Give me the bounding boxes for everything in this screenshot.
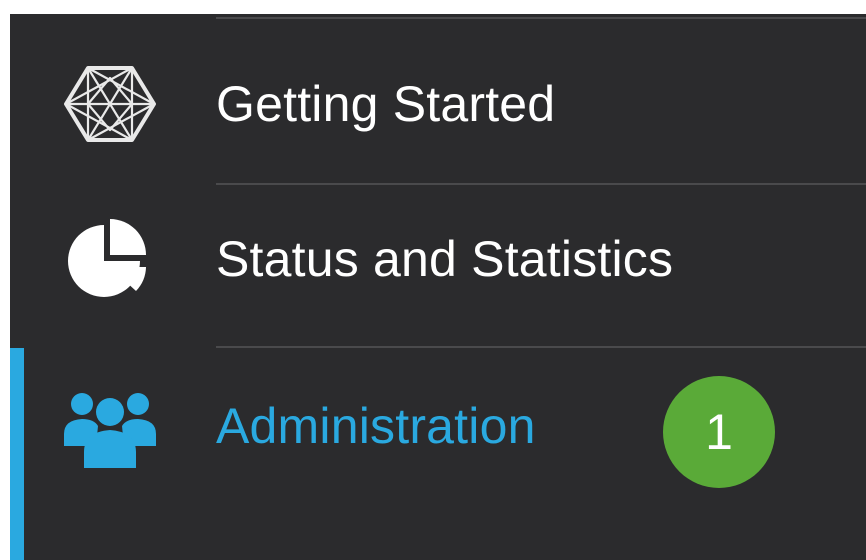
screenshot-frame: Getting Started Status and Statistics Ad… bbox=[0, 0, 866, 560]
nav-label-getting-started: Getting Started bbox=[216, 76, 556, 132]
sidebar-nav: Getting Started Status and Statistics Ad… bbox=[10, 14, 866, 560]
nav-divider bbox=[216, 183, 866, 185]
step-number-badge: 1 bbox=[663, 376, 775, 488]
nav-item-status-and-statistics[interactable]: Status and Statistics bbox=[10, 187, 866, 347]
users-icon bbox=[64, 393, 156, 468]
nav-divider bbox=[216, 346, 866, 348]
nav-item-administration[interactable]: Administration 1 bbox=[10, 350, 866, 510]
nav-item-getting-started[interactable]: Getting Started bbox=[10, 32, 866, 192]
getting-started-icon bbox=[64, 66, 156, 142]
nav-divider bbox=[216, 17, 866, 19]
nav-label-status-and-statistics: Status and Statistics bbox=[216, 231, 674, 287]
nav-label-administration: Administration bbox=[216, 398, 536, 454]
pie-chart-icon bbox=[68, 219, 146, 297]
